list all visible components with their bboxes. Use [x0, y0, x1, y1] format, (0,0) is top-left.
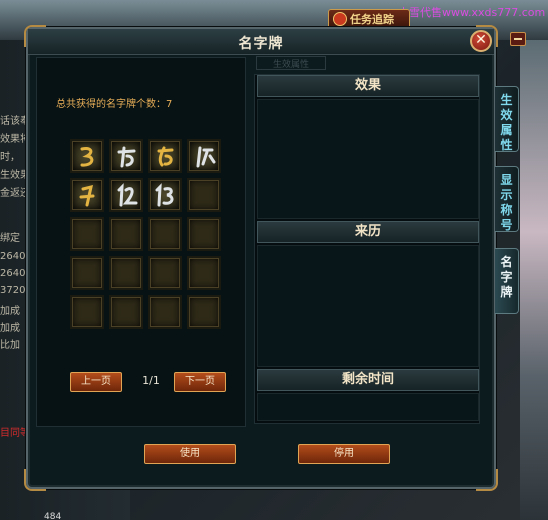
- disable-button[interactable]: 停用: [298, 444, 390, 464]
- window-title: 名字牌: [238, 36, 284, 52]
- scene-right-strip: [520, 40, 548, 520]
- game-screen: { "window": {"title": "名字牌"}, "watermark…: [0, 0, 548, 520]
- source-content: [257, 245, 479, 367]
- tab-label-char: 生: [500, 93, 513, 107]
- task-track-label: 任务追踪: [350, 13, 394, 26]
- watermark: 小雪代售www.xxds777.com: [398, 6, 546, 19]
- detail-panel: 效果 来历 剩余时间: [254, 74, 480, 424]
- title-bar: 名字牌 ✕: [28, 29, 494, 55]
- empty-slot[interactable]: [70, 295, 104, 329]
- effect-header: 效果: [257, 75, 479, 97]
- use-button[interactable]: 使用: [144, 444, 236, 464]
- bottom-value: 484: [44, 512, 62, 520]
- tab-label-char: 称: [500, 203, 513, 217]
- empty-slot[interactable]: [109, 256, 143, 290]
- tab-nameplate[interactable]: 名字牌: [495, 248, 519, 314]
- empty-slot[interactable]: [148, 217, 182, 251]
- tab-active-attributes[interactable]: 生效属性: [495, 86, 519, 152]
- nameplate-emblem-icon: [80, 147, 94, 167]
- empty-slot[interactable]: [70, 217, 104, 251]
- empty-slot[interactable]: [187, 178, 221, 212]
- empty-slot[interactable]: [148, 256, 182, 290]
- source-header: 来历: [257, 221, 479, 243]
- close-icon: ✕: [475, 32, 487, 48]
- next-page-button[interactable]: 下一页: [174, 372, 226, 392]
- nameplate-window: 名字牌 ✕ 生效属性 总共获得的名字牌个数：7 上一页 1/1 下一页 效果 来…: [24, 25, 498, 491]
- empty-slot[interactable]: [187, 256, 221, 290]
- nameplate-slot[interactable]: [148, 139, 182, 173]
- nameplate-emblem-icon: [157, 146, 174, 167]
- tab-label-char: 字: [500, 270, 513, 284]
- pager: 上一页 1/1 下一页: [70, 371, 228, 393]
- page-indicator: 1/1: [142, 374, 160, 387]
- task-icon: [333, 12, 347, 26]
- nameplate-emblem-icon: [117, 146, 136, 168]
- nameplate-slot[interactable]: [70, 178, 104, 212]
- nameplate-slot[interactable]: [148, 178, 182, 212]
- empty-slot[interactable]: [187, 217, 221, 251]
- background-tab-label: 生效属性: [256, 56, 326, 70]
- empty-slot[interactable]: [109, 217, 143, 251]
- tab-label-char: 牌: [500, 285, 513, 299]
- nameplate-slot[interactable]: [109, 139, 143, 173]
- nameplate-slot[interactable]: [109, 178, 143, 212]
- nameplate-grid: [70, 139, 226, 337]
- tab-display-title[interactable]: 显示称号: [495, 166, 519, 232]
- tab-label-char: 号: [500, 218, 513, 232]
- nameplate-emblem-icon: [79, 184, 95, 207]
- remaining-time-content: [257, 393, 479, 421]
- frame-corner: [476, 469, 498, 491]
- empty-slot[interactable]: [187, 295, 221, 329]
- tab-label-char: 显: [500, 173, 513, 187]
- empty-slot[interactable]: [148, 295, 182, 329]
- nameplate-slot[interactable]: [187, 139, 221, 173]
- prev-page-button[interactable]: 上一页: [70, 372, 122, 392]
- tab-label-char: 名: [500, 255, 513, 269]
- nameplate-count: 总共获得的名字牌个数：7: [56, 99, 173, 110]
- remaining-time-header: 剩余时间: [257, 369, 479, 391]
- tab-label-char: 示: [500, 188, 513, 202]
- empty-slot[interactable]: [109, 295, 143, 329]
- task-track-button[interactable]: 任务追踪: [328, 9, 410, 29]
- tab-label-char: 属: [500, 123, 513, 137]
- nameplate-slot[interactable]: [70, 139, 104, 173]
- tab-label-char: 性: [500, 138, 513, 152]
- minimize-button[interactable]: [510, 32, 526, 46]
- effect-content: [257, 99, 479, 219]
- empty-slot[interactable]: [70, 256, 104, 290]
- tab-label-char: 效: [500, 108, 513, 122]
- frame-corner: [24, 469, 46, 491]
- close-button[interactable]: ✕: [470, 30, 492, 52]
- nameplate-emblem-icon: [117, 183, 138, 207]
- nameplate-emblem-icon: [196, 146, 216, 168]
- nameplate-emblem-icon: [155, 183, 174, 207]
